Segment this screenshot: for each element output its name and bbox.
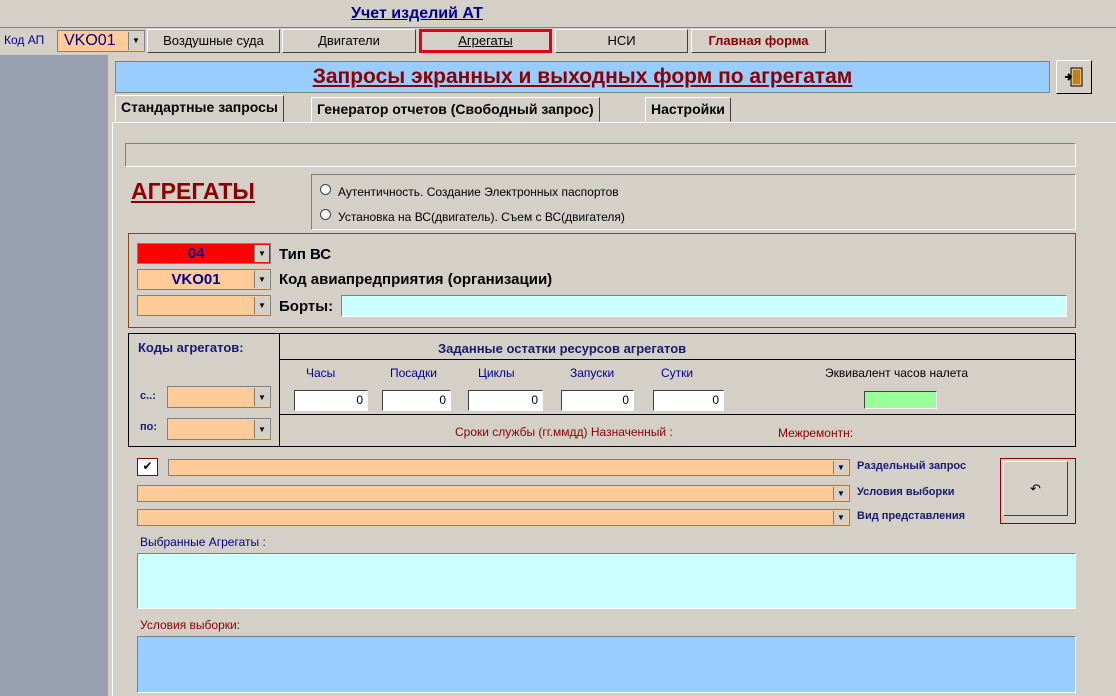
chevron-down-icon[interactable]: ▼ [833, 511, 848, 524]
section-heading: АГРЕГАТЫ [131, 178, 255, 204]
separate-query-label: Раздельный запрос [857, 460, 967, 472]
codes-to-select[interactable]: ▼ [167, 418, 271, 440]
landings-input[interactable]: 0 [382, 390, 451, 411]
conditions-area-label: Условия выборки: [140, 618, 241, 632]
nav-aircraft-button[interactable]: Воздушные суда [147, 29, 280, 53]
boards-input[interactable] [341, 295, 1067, 317]
tab-settings[interactable]: Настройки [645, 97, 731, 122]
radio-installation-label: Установка на ВС(двигатель). Съем с ВС(дв… [338, 210, 625, 224]
radio-authenticity-label: Аутентичность. Создание Электронных пасп… [338, 185, 619, 199]
codes-title: Коды агрегатов: [138, 340, 244, 355]
boards-select[interactable]: ▼ [137, 295, 271, 316]
hours-input[interactable]: 0 [294, 390, 368, 411]
form-title: Запросы экранных и выходных форм по агре… [115, 61, 1050, 93]
aircraft-type-label: Тип ВС [279, 246, 332, 263]
chevron-down-icon[interactable]: ▼ [254, 245, 269, 262]
starts-input[interactable]: 0 [561, 390, 634, 411]
radio-installation[interactable] [320, 209, 331, 220]
aircraft-type-value: 04 [187, 245, 205, 262]
days-label: Сутки [661, 366, 694, 380]
org-code-label: Код авиапредприятия (организации) [279, 271, 553, 288]
aircraft-type-select[interactable]: 04 ▼ [137, 243, 271, 264]
conditions-select[interactable]: ▼ [137, 485, 850, 502]
nav-main-form-button[interactable]: Главная форма [691, 29, 826, 53]
chevron-down-icon[interactable]: ▼ [254, 388, 269, 406]
separate-query-select[interactable]: ▼ [168, 459, 850, 476]
codes-to-label: по: [140, 421, 158, 433]
undo-icon: ↶ [1030, 480, 1041, 496]
chevron-down-icon[interactable]: ▼ [128, 32, 143, 50]
selected-aggregates-label: Выбранные Агрегаты : [140, 535, 266, 549]
code-ap-label: Код АП [4, 33, 45, 47]
org-code-select[interactable]: VKO01 ▼ [137, 269, 271, 290]
hours-label: Часы [306, 366, 336, 380]
chevron-down-icon[interactable]: ▼ [254, 271, 269, 288]
separate-query-checkbox[interactable]: ✔ [137, 458, 158, 476]
days-input[interactable]: 0 [653, 390, 724, 411]
conditions-area[interactable] [137, 636, 1076, 693]
codes-from-select[interactable]: ▼ [167, 386, 271, 408]
nav-engines-button[interactable]: Двигатели [282, 29, 416, 53]
cycles-input[interactable]: 0 [468, 390, 543, 411]
boards-label: Борты: [279, 298, 334, 315]
equiv-hours-input[interactable] [864, 391, 937, 409]
conditions-label: Условия выборки [857, 486, 955, 498]
exit-button[interactable] [1056, 60, 1092, 94]
code-ap-select[interactable]: VKO01 ▼ [57, 30, 145, 52]
tab-report-generator[interactable]: Генератор отчетов (Свободный запрос) [311, 97, 600, 122]
overhaul-label: Межремонтн: [778, 426, 854, 440]
resources-divider-vertical [279, 333, 280, 447]
code-ap-value: VKO01 [64, 32, 116, 49]
status-strip [125, 143, 1076, 167]
cycles-label: Циклы [478, 366, 515, 380]
exit-door-icon [1065, 67, 1083, 87]
codes-from-label: с..: [140, 390, 156, 402]
equiv-hours-label: Эквивалент часов налета [825, 366, 969, 380]
view-label: Вид представления [857, 510, 966, 522]
resources-divider-top [279, 359, 1076, 360]
chevron-down-icon[interactable]: ▼ [833, 461, 848, 474]
selected-aggregates-area[interactable] [137, 553, 1076, 609]
app-title: Учет изделий АТ [351, 5, 483, 22]
resources-divider-bottom [279, 414, 1076, 415]
undo-button[interactable]: ↶ [1003, 461, 1068, 516]
chevron-down-icon[interactable]: ▼ [254, 420, 269, 438]
tab-standard-queries[interactable]: Стандартные запросы [115, 95, 284, 123]
nav-aggregates-button[interactable]: Агрегаты [419, 29, 552, 53]
org-code-value: VKO01 [171, 271, 221, 288]
radio-authenticity[interactable] [320, 184, 331, 195]
landings-label: Посадки [390, 366, 437, 380]
chevron-down-icon[interactable]: ▼ [833, 487, 848, 500]
nav-nsi-button[interactable]: НСИ [555, 29, 688, 53]
view-select[interactable]: ▼ [137, 509, 850, 526]
resources-title: Заданные остатки ресурсов агрегатов [438, 341, 687, 356]
chevron-down-icon[interactable]: ▼ [254, 297, 269, 314]
service-life-label: Сроки службы (гг.ммдд) Назначенный : [455, 425, 673, 439]
starts-label: Запуски [570, 366, 615, 380]
left-panel [0, 55, 108, 696]
